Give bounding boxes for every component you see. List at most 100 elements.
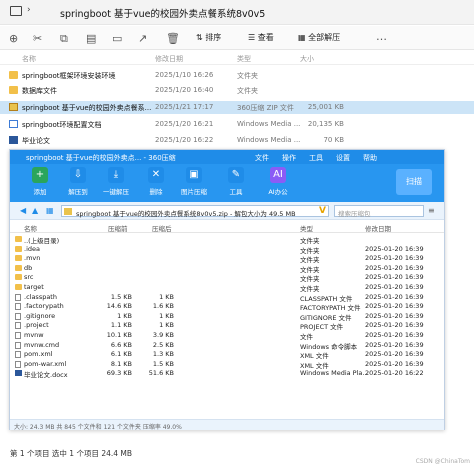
zip-row[interactable]: mvnw 10.1 KB 3.9 KB 文件 2025-01-20 16:39 [10,331,444,341]
entry-type: 文件夹 [300,237,320,245]
zip-row[interactable]: target 文件夹 2025-01-20 16:39 [10,283,444,293]
dropdown-icon[interactable]: V [319,206,326,216]
view-button[interactable]: ☰ 查看 [248,32,274,43]
entry-unpacked: 1 KB [159,292,174,301]
zip-row[interactable]: .mvn 文件夹 2025-01-20 16:39 [10,254,444,264]
tool-icon: ⇩ [70,167,86,183]
extract-all-label: 全部解压 [308,33,341,42]
file-date: 2025/1/21 17:17 [155,103,214,111]
entry-packed: 69.3 KB [106,369,132,378]
zip-row[interactable]: .classpath 1.5 KB 1 KB CLASSPATH 文件 2025… [10,292,444,303]
rename-icon[interactable]: ▭ [112,32,122,45]
explorer-row[interactable]: 毕业论文 2025/1/20 16:22 Windows Media ... 7… [0,134,474,147]
menu-icon[interactable]: ≡ [428,206,435,215]
sort-button[interactable]: ⇅ 排序 [196,32,221,43]
file-name: springboot环境配置文档 [22,121,102,129]
entry-name: db [24,263,33,272]
tool-5[interactable]: ✎ 工具 [216,167,256,196]
zip-row[interactable]: pom-war.xml 8.1 KB 1.5 KB XML 文件 2025-01… [10,359,444,370]
zip-window: springboot 基于vue的校园外卖点... - 360压缩 文件 操作 … [9,149,445,431]
entry-name: target [24,283,44,291]
zip-row[interactable]: .idea 文件夹 2025-01-20 16:39 [10,244,444,255]
col-date[interactable]: 修改日期 [155,54,183,64]
explorer-row[interactable]: springboot框架环境安装环境 2025/1/10 16:26 文件夹 [0,69,474,82]
zip-address-bar: ◀ ▲ ▦ springboot 基于vue的校园外卖点餐系统8v0v5.zip… [10,202,444,220]
entry-date: 2025-01-20 16:39 [365,263,424,272]
entry-name: .idea [24,244,40,253]
zip-row[interactable]: .factorypath 14.6 KB 1.6 KB FACTORYPATH … [10,302,444,313]
menu-file[interactable]: 文件 [255,153,269,163]
col-date[interactable]: 修改日期 [365,223,391,233]
tool-0[interactable]: + 添加 [20,167,60,196]
entry-type: FACTORYPATH 文件 [300,304,361,313]
zip-row[interactable]: pom.xml 6.1 KB 1.3 KB XML 文件 2025-01-20 … [10,350,444,361]
menu-settings[interactable]: 设置 [336,153,350,163]
entry-date: 2025-01-20 16:39 [365,273,424,282]
zip-row[interactable]: src 文件夹 2025-01-20 16:39 [10,273,444,283]
col-type[interactable]: 类型 [237,54,251,64]
col-name[interactable]: 名称 [24,223,37,233]
tool-4[interactable]: ▣ 图片压缩 [174,167,214,196]
zip-status-text: 大小: 24.3 MB 共 845 个文件和 121 个文件夹 压缩率 49.0… [14,424,182,431]
zip-status-bar: 大小: 24.3 MB 共 845 个文件和 121 个文件夹 压缩率 49.0… [10,419,444,431]
file-type: 360压缩 ZIP 文件 [237,104,294,112]
tool-1[interactable]: ⇩ 解压到 [58,167,98,196]
entry-type: 文件夹 [300,246,320,255]
folder-icon [15,264,22,271]
zip-row[interactable]: db 文件夹 2025-01-20 16:39 [10,263,444,274]
folder-icon [15,245,22,252]
back-icon[interactable]: ◀ [20,206,26,215]
explorer-row[interactable]: 数据库文件 2025/1/20 16:40 文件夹 [0,84,474,97]
entry-date: 2025-01-20 16:39 [365,283,424,291]
explorer-row[interactable]: springboot环境配置文档 2025/1/20 16:21 Windows… [0,118,474,131]
entry-name: .classpath [24,292,57,301]
entry-date: 2025-01-20 16:39 [365,321,424,330]
view-toggle-icon[interactable]: ▦ [46,206,54,215]
zip-row[interactable]: .project 1.1 KB 1 KB PROJECT 文件 2025-01-… [10,321,444,331]
extract-all-button[interactable]: ▦ 全部解压 [298,32,340,43]
search-input[interactable]: 搜索压缩包 [334,205,424,218]
zip-row[interactable]: mvnw.cmd 6.6 KB 2.5 KB Windows 命令脚本 2025… [10,340,444,351]
entry-unpacked: 2.5 KB [152,340,174,349]
new-icon[interactable]: ⊕ [9,32,18,45]
cut-icon[interactable]: ✂ [33,32,42,45]
scan-button[interactable]: 扫描 [396,169,432,195]
zip-file-icon [64,208,72,215]
breadcrumb[interactable]: springboot 基于vue的校园外卖点餐系统8v0v5 [60,6,265,20]
col-size[interactable]: 大小 [300,54,314,64]
share-icon[interactable]: ↗ [138,32,147,45]
menu-operate[interactable]: 操作 [282,153,296,163]
tool-3[interactable]: ✕ 删除 [136,167,176,196]
menu-help[interactable]: 帮助 [363,153,377,163]
file-icon [15,303,21,311]
chevron-right-icon[interactable]: › [27,5,31,15]
screen: › springboot 基于vue的校园外卖点餐系统8v0v5 ⊕ ✂ ⧉ ▤… [0,0,474,468]
file-date: 2025/1/10 16:26 [155,71,214,79]
tool-icon: ▣ [186,167,202,183]
zip-row[interactable]: ..(上级目录) 文件夹 [10,235,444,245]
col-packed[interactable]: 压缩前 [108,223,128,233]
file-size: 25,001 KB [307,103,344,111]
zip-row[interactable]: 毕业论文.docx 69.3 KB 51.6 KB Windows Media … [10,369,444,380]
menu-tools[interactable]: 工具 [309,153,323,163]
entry-unpacked: 3.9 KB [152,331,174,339]
tool-6[interactable]: AI AI办公 [258,167,298,196]
up-icon[interactable]: ▲ [32,206,38,215]
tool-label: 一键解压 [103,188,129,196]
col-name[interactable]: 名称 [22,54,36,64]
path-field[interactable]: springboot 基于vue的校园外卖点餐系统8v0v5.zip - 解包大… [61,205,329,218]
tool-2[interactable]: ⤓ 一键解压 [96,167,136,196]
copy-icon[interactable]: ⧉ [60,32,68,46]
entry-unpacked: 1.6 KB [152,302,174,311]
entry-type: XML 文件 [300,352,329,361]
col-unpacked[interactable]: 压缩后 [152,223,172,233]
col-type[interactable]: 类型 [300,223,313,233]
zip-row[interactable]: .gitignore 1 KB 1 KB GITIGNORE 文件 2025-0… [10,312,444,322]
file-size: 70 KB [323,136,344,144]
more-icon[interactable]: … [376,30,387,43]
entry-name: 毕业论文.docx [24,371,68,380]
delete-icon[interactable]: 🗑 [166,32,180,45]
paste-icon[interactable]: ▤ [86,32,96,45]
entry-unpacked: 1.5 KB [152,359,174,368]
explorer-row[interactable]: springboot 基于vue的校园外卖点餐系... 2025/1/21 17… [0,101,474,114]
